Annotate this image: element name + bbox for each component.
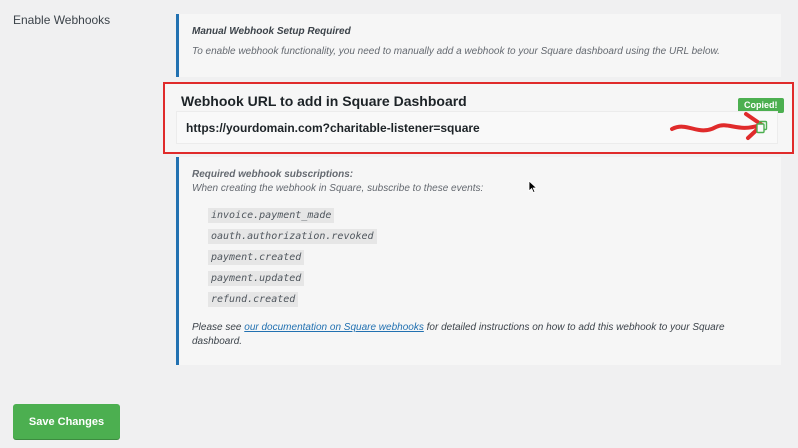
subscriptions-description: When creating the webhook in Square, sub… <box>192 183 484 194</box>
event-code: payment.created <box>208 250 305 265</box>
event-code: payment.updated <box>208 271 305 286</box>
notice-title: Manual Webhook Setup Required <box>192 26 351 37</box>
list-item: invoice.payment_made <box>208 205 769 226</box>
event-code: oauth.authorization.revoked <box>208 229 377 244</box>
save-changes-button[interactable]: Save Changes <box>13 404 120 439</box>
event-code: invoice.payment_made <box>208 208 335 223</box>
event-list: invoice.payment_made oauth.authorization… <box>208 205 769 310</box>
field-label: Enable Webhooks <box>13 13 111 27</box>
list-item: refund.created <box>208 289 769 310</box>
list-item: payment.updated <box>208 268 769 289</box>
subscriptions-title: Required webhook subscriptions: <box>192 169 354 180</box>
docs-link[interactable]: our documentation on Square webhooks <box>244 322 424 333</box>
mouse-cursor <box>528 180 538 194</box>
webhook-url-text[interactable]: https://yourdomain.com?charitable-listen… <box>186 121 480 135</box>
docs-paragraph: Please see our documentation on Square w… <box>192 321 769 349</box>
red-arrow-annotation <box>670 112 764 140</box>
copy-icon[interactable] <box>755 120 769 134</box>
docs-prefix: Please see <box>192 322 245 333</box>
event-code: refund.created <box>208 292 299 307</box>
list-item: oauth.authorization.revoked <box>208 226 769 247</box>
notice-text: To enable webhook functionality, you nee… <box>192 46 720 57</box>
list-item: payment.created <box>208 247 769 268</box>
setup-notice: Manual Webhook Setup Required To enable … <box>176 14 781 77</box>
webhook-url-box: Webhook URL to add in Square Dashboard C… <box>163 82 794 154</box>
webhook-url-title: Webhook URL to add in Square Dashboard <box>181 93 467 109</box>
subscriptions-card: Required webhook subscriptions: When cre… <box>176 157 781 365</box>
